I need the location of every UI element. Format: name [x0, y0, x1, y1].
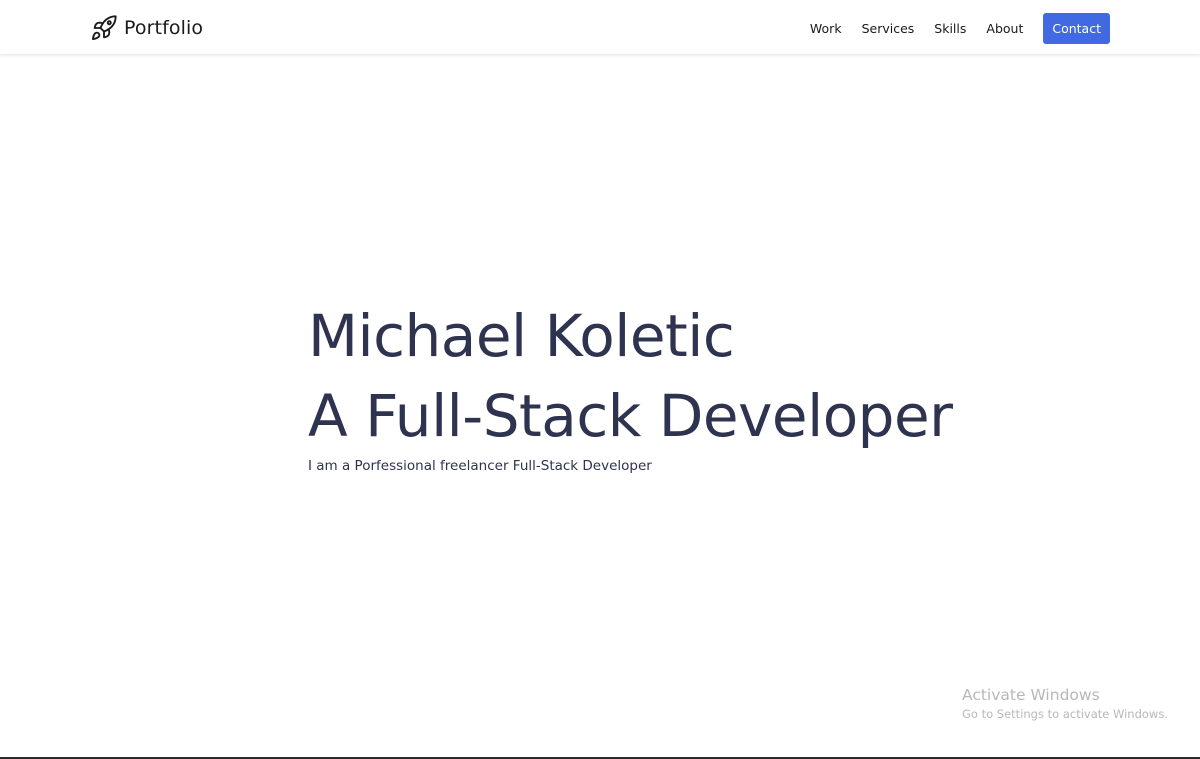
page: Portfolio Work Services Skills About Con… — [0, 0, 1200, 759]
brand-link[interactable]: Portfolio — [90, 13, 203, 43]
watermark-subtitle: Go to Settings to activate Windows. — [962, 707, 1168, 721]
contact-button[interactable]: Contact — [1043, 13, 1110, 44]
rocket-icon — [90, 14, 118, 42]
hero-section: Michael Koletic A Full-Stack Developer I… — [308, 296, 1068, 476]
hero-name: Michael Koletic — [308, 302, 735, 370]
watermark-title: Activate Windows — [962, 686, 1100, 704]
nav-link-services[interactable]: Services — [862, 13, 915, 44]
nav-links: Work Services Skills About Contact — [810, 13, 1110, 44]
hero-subtitle: I am a Porfessional freelancer Full-Stac… — [308, 458, 652, 474]
hero-role: A Full-Stack Developer — [308, 382, 953, 450]
nav-link-skills[interactable]: Skills — [934, 13, 966, 44]
windows-activation-watermark: Activate Windows Go to Settings to activ… — [962, 685, 1168, 723]
nav-link-about[interactable]: About — [986, 13, 1023, 44]
navbar: Portfolio Work Services Skills About Con… — [0, 0, 1200, 55]
nav-link-work[interactable]: Work — [810, 13, 842, 44]
brand-text: Portfolio — [124, 17, 204, 39]
